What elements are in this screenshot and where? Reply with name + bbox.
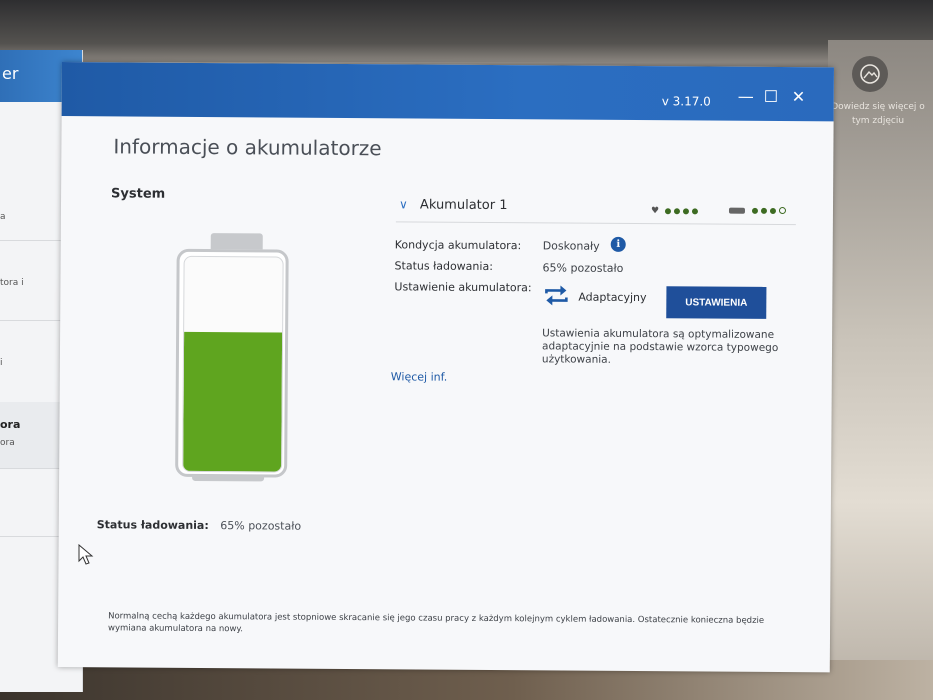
battery-cap [210, 233, 263, 250]
footer-note: Normalną cechą każdego akumulatora jest … [108, 611, 765, 635]
sidebar-item-label: i [0, 358, 3, 368]
battery-graphic [175, 248, 289, 478]
charge-dot [751, 207, 759, 214]
system-label: System [111, 186, 166, 202]
mouse-cursor-icon [78, 544, 94, 565]
maximize-button[interactable]: ☐ [764, 87, 778, 106]
health-dot [692, 208, 699, 215]
sidebar-item-title: ora [0, 418, 21, 431]
battery-info-window: v 3.17.0 — ☐ ✕ Informacje o akumulatorze… [57, 62, 834, 673]
sidebar-item-label: tora i [0, 278, 24, 288]
minimize-button[interactable]: — [738, 87, 754, 106]
charge-dot-empty [778, 207, 787, 215]
heart-icon: ♥ [650, 206, 660, 217]
charge-indicator [728, 207, 787, 215]
accumulator-header[interactable]: ∨ Akumulator 1 [399, 197, 508, 213]
more-info-link[interactable]: Więcej inf. [391, 370, 448, 383]
page-title: Informacje o akumulatorze [113, 134, 382, 161]
settings-button[interactable]: USTAWIENIA [666, 286, 767, 319]
charge-status-row: Status ładowania: 65% pozostało [97, 518, 301, 532]
condition-label: Kondycja akumulatora: [394, 238, 522, 253]
close-button[interactable]: ✕ [792, 87, 806, 106]
sidebar-item-label: a [0, 212, 6, 222]
health-dot [674, 208, 681, 215]
setting-description: Ustawienia akumulatora są optymalizowane… [541, 327, 779, 366]
sidebar-item-label: ora [0, 438, 15, 448]
charge-value: 65% pozostało [542, 261, 624, 275]
charge-status-label: Status ładowania: [96, 518, 209, 533]
version-label: v 3.17.0 [661, 94, 711, 109]
health-indicator: ♥ [650, 206, 699, 217]
desktop-background-right [828, 40, 933, 700]
title-bar: v 3.17.0 — ☐ ✕ [61, 62, 834, 122]
desktop-background-top [0, 0, 933, 62]
camera-icon[interactable] [852, 56, 888, 92]
health-dot [665, 208, 672, 215]
chevron-down-icon[interactable]: ∨ [399, 197, 408, 211]
setting-value: Adaptacyjny [578, 290, 647, 305]
spotlight-caption[interactable]: Dowiedz się więcej o tym zdjęciu [826, 100, 930, 128]
battery-inner [182, 255, 284, 473]
charge-label: Status ładowania: [394, 259, 493, 274]
condition-value: Doskonały [542, 239, 600, 253]
battery-level-fill [183, 331, 283, 472]
charge-status-value: 65% pozostało [220, 519, 302, 533]
health-dot [683, 208, 690, 215]
info-icon[interactable]: i [610, 236, 626, 252]
charge-dot [769, 207, 777, 214]
sidebar-header-text: er [2, 64, 19, 83]
battery-base [192, 474, 265, 482]
accumulator-title: Akumulator 1 [419, 197, 508, 214]
charge-dot [760, 207, 768, 214]
divider [395, 221, 796, 226]
plug-icon [728, 207, 746, 214]
adaptive-cycle-icon [545, 285, 568, 306]
setting-label: Ustawienie akumulatora: [394, 280, 532, 295]
